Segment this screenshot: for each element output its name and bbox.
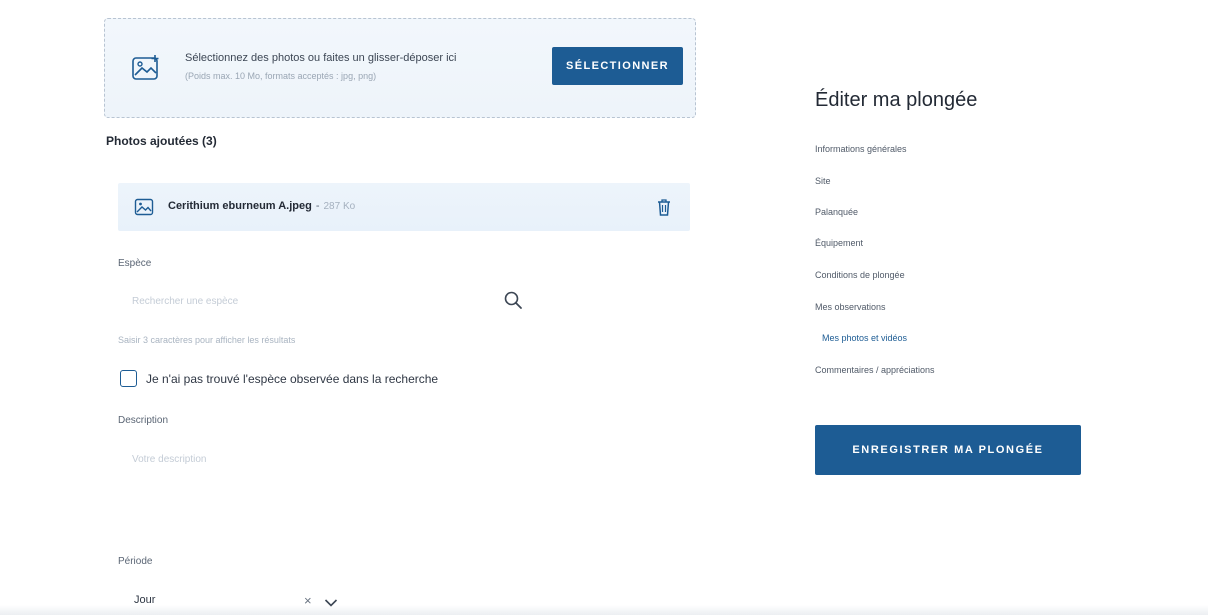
select-photos-button[interactable]: SÉLECTIONNER <box>552 47 683 85</box>
chevron-down-icon[interactable] <box>324 595 338 607</box>
species-search-input[interactable] <box>118 285 528 317</box>
image-upload-icon <box>131 53 161 83</box>
description-label: Description <box>118 415 169 426</box>
photo-filename: Cerithium eburneum A.jpeg -287 Ko <box>168 200 355 212</box>
dropzone-subtext: (Poids max. 10 Mo, formats acceptés : jp… <box>185 71 377 81</box>
sidebar-item-observations[interactable]: Mes observations <box>815 302 886 312</box>
period-label: Période <box>118 556 153 567</box>
sidebar-item-general-info[interactable]: Informations générales <box>815 144 907 154</box>
page-title: Éditer ma plongée <box>815 89 978 111</box>
search-icon[interactable] <box>503 290 523 310</box>
sidebar-item-photos-videos[interactable]: Mes photos et vidéos <box>822 333 907 343</box>
save-dive-button[interactable]: ENREGISTRER MA PLONGÉE <box>815 425 1081 475</box>
photos-added-heading: Photos ajoutées (3) <box>106 134 217 148</box>
photo-separator: - <box>315 200 320 212</box>
dropzone-instruction: Sélectionnez des photos ou faites un gli… <box>185 52 457 64</box>
image-icon <box>134 197 154 217</box>
photo-filesize: 287 Ko <box>323 201 356 212</box>
trash-icon[interactable] <box>656 197 672 217</box>
description-field[interactable] <box>118 446 528 506</box>
sidebar-item-comments[interactable]: Commentaires / appréciations <box>815 365 935 375</box>
species-label: Espèce <box>118 258 152 269</box>
sidebar-item-equipment[interactable]: Équipement <box>815 238 863 248</box>
window-bottom-edge <box>0 605 1208 615</box>
sidebar-item-palanquee[interactable]: Palanquée <box>815 207 858 217</box>
sidebar-item-site[interactable]: Site <box>815 176 831 186</box>
photo-filename-text: Cerithium eburneum A.jpeg <box>168 200 312 212</box>
photo-item: Cerithium eburneum A.jpeg -287 Ko <box>118 183 690 231</box>
species-hint: Saisir 3 caractères pour afficher les ré… <box>118 335 296 345</box>
photo-dropzone[interactable]: Sélectionnez des photos ou faites un gli… <box>104 18 696 118</box>
species-not-found-checkbox[interactable] <box>120 370 137 387</box>
species-not-found-label[interactable]: Je n'ai pas trouvé l'espèce observée dan… <box>146 372 438 386</box>
sidebar-item-dive-conditions[interactable]: Conditions de plongée <box>815 270 905 280</box>
